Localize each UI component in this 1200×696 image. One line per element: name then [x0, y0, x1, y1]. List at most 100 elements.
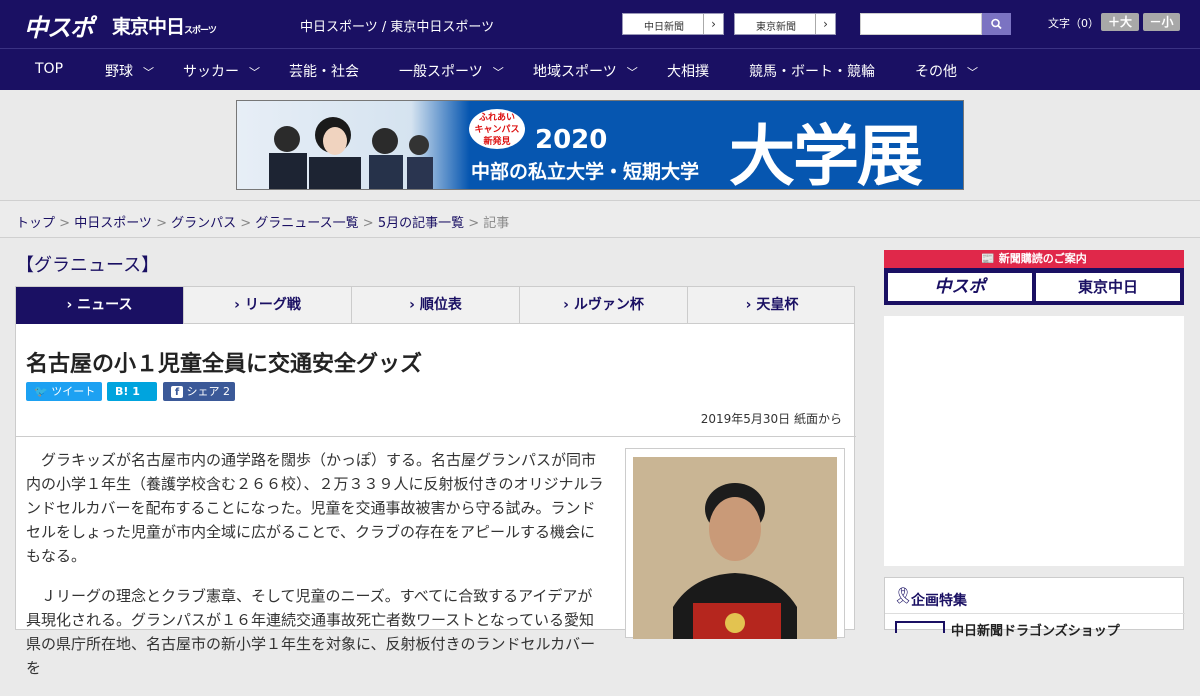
nav-label: 地域スポーツ: [533, 64, 617, 80]
news-tabs: › ニュース › リーグ戦 › 順位表 › ルヴァン杯 › 天皇杯: [15, 286, 855, 324]
feature-thumbnail[interactable]: [895, 621, 945, 633]
divider: [885, 613, 1185, 614]
section-label: 【グラニュース】: [16, 255, 160, 276]
nav-item-sumo[interactable]: 大相撲: [667, 61, 709, 81]
chevron-right-icon: ›: [815, 14, 835, 34]
chevron-right-icon: ›: [234, 297, 245, 313]
tab-emperors-cup[interactable]: › 天皇杯: [688, 287, 856, 324]
player-image: [633, 457, 837, 639]
tokyo-chunichi-logo[interactable]: 東京中日スポーツ: [112, 12, 217, 39]
tab-label: 天皇杯: [756, 297, 799, 313]
nav-item-local-sports[interactable]: 地域スポーツ ﹀: [533, 61, 638, 81]
tab-league[interactable]: › リーグ戦: [184, 287, 352, 324]
breadcrumb-link[interactable]: トップ: [16, 216, 55, 231]
chevron-right-icon: ›: [409, 297, 420, 313]
chuspo-logo[interactable]: 中スポ: [24, 8, 94, 43]
article-body: グラキッズが名古屋市内の通学路を闊歩（かっぽ）する。名古屋グランパスが同市内の小…: [26, 448, 606, 696]
font-size-label: 文字（0）: [1048, 17, 1099, 30]
ext-link-label: 中日新聞: [644, 22, 684, 33]
tweet-button[interactable]: 🐦 ツイート: [26, 382, 102, 401]
chuspo-subscribe-logo[interactable]: 中スポ: [888, 273, 1032, 301]
tab-news[interactable]: › ニュース: [16, 287, 184, 324]
breadcrumb-link[interactable]: 5月の記事一覧: [378, 216, 464, 231]
tab-standings[interactable]: › 順位表: [352, 287, 520, 324]
subscription-ad[interactable]: 📰 新聞購読のご案内 中スポ 東京中日: [884, 250, 1184, 305]
facebook-share-button[interactable]: f シェア 2: [163, 382, 235, 401]
nav-label: 競馬・ボート・競輪: [749, 64, 875, 80]
tokyo-logo-text: 東京中日: [112, 16, 185, 38]
article-photo[interactable]: [625, 448, 845, 639]
facebook-share-label: シェア 2: [186, 385, 231, 398]
tab-label: ニュース: [77, 297, 133, 313]
tweet-label: ツイート: [51, 385, 96, 398]
chevron-right-icon: ›: [745, 297, 757, 313]
nav-label: 一般スポーツ: [399, 64, 483, 80]
article-paragraph: Ｊリーグの理念とクラブ憲章、そして児童のニーズ。すべてに合致するアイデアが具現化…: [26, 587, 596, 677]
banner-subtitle: 中部の私立大学・短期大学: [471, 161, 700, 183]
banner-year: 2020: [535, 125, 608, 155]
search-input[interactable]: [860, 13, 982, 35]
subscribe-title-text: 新聞購読のご案内: [998, 252, 1087, 265]
chevron-right-icon: ›: [66, 297, 78, 313]
chunichi-shimbun-link[interactable]: 中日新聞 ›: [622, 13, 724, 35]
player-photo: [633, 457, 837, 639]
banner-badge: ふれあい キャンパス 新発見: [469, 109, 525, 149]
font-smaller-button[interactable]: －小: [1143, 13, 1180, 31]
search-button[interactable]: [982, 13, 1011, 35]
hatena-icon: B!: [115, 385, 129, 398]
article-dateline: 2019年5月30日 紙面から: [700, 412, 842, 426]
article-title: 名古屋の小１児童全員に交通安全グッズ: [26, 352, 423, 377]
tab-levain-cup[interactable]: › ルヴァン杯: [520, 287, 688, 324]
nav-label: その他: [915, 64, 957, 80]
nav-item-other[interactable]: その他 ﹀: [915, 61, 978, 81]
breadcrumb-bar: トップ > 中日スポーツ > グランパス > グラニュース一覧 > 5月の記事一…: [0, 200, 1200, 238]
chevron-down-icon: ﹀: [626, 66, 638, 79]
nav-item-baseball[interactable]: 野球 ﹀: [105, 61, 154, 81]
students-illustration: [269, 117, 433, 189]
nav-item-top[interactable]: TOP: [35, 61, 63, 77]
font-larger-button[interactable]: ＋大: [1101, 13, 1139, 31]
breadcrumb: トップ > 中日スポーツ > グランパス > グラニュース一覧 > 5月の記事一…: [16, 216, 510, 231]
nav-label: サッカー: [183, 64, 239, 80]
nav-item-racing[interactable]: 競馬・ボート・競輪: [749, 61, 875, 81]
nav-label: 芸能・社会: [289, 64, 359, 80]
nav-item-entertainment[interactable]: 芸能・社会: [289, 61, 359, 81]
breadcrumb-current: 記事: [483, 216, 510, 231]
header-bar: 中スポ 東京中日スポーツ 中日スポーツ / 東京中日スポーツ 中日新聞 › 東京…: [0, 0, 1200, 48]
facebook-icon: f: [171, 386, 183, 398]
chevron-down-icon: ﹀: [967, 66, 978, 79]
ext-link-label: 東京新聞: [756, 22, 796, 33]
chevron-down-icon: ﹀: [143, 66, 154, 79]
tokyo-shimbun-link[interactable]: 東京新聞 ›: [734, 13, 836, 35]
search-icon: [991, 18, 1002, 30]
tokyo-logo-small: スポーツ: [184, 26, 217, 36]
chevron-down-icon: ﹀: [492, 66, 504, 79]
divider: [16, 436, 856, 437]
article: 名古屋の小１児童全員に交通安全グッズ 🐦 ツイート B! 1 f シェア 2 2…: [15, 324, 856, 677]
tab-label: 順位表: [419, 297, 462, 313]
nav-label: 野球: [105, 64, 133, 80]
nav-item-general-sports[interactable]: 一般スポーツ ﹀: [399, 61, 504, 81]
main-nav: TOP 野球 ﹀ サッカー ﹀ 芸能・社会 一般スポーツ ﹀ 地域スポーツ ﹀ 大相撲 …: [0, 48, 1200, 90]
features-panel: 🎗 企画特集 中日新聞ドラゴンズショップ: [884, 577, 1185, 639]
sidebar-ad-slot: [884, 316, 1184, 566]
tab-label: リーグ戦: [244, 297, 301, 313]
newspaper-icon: 📰: [981, 252, 995, 265]
article-paragraph: グラキッズが名古屋市内の通学路を闊歩（かっぽ）する。名古屋グランパスが同市内の小…: [26, 451, 604, 565]
hatena-count: 1: [132, 385, 140, 398]
tab-label: ルヴァン杯: [573, 297, 644, 313]
features-title: 企画特集: [911, 593, 967, 609]
nav-item-soccer[interactable]: サッカー ﹀: [183, 61, 260, 81]
chevron-right-icon: ›: [703, 14, 723, 34]
banner-title: 大学展: [729, 118, 923, 190]
site-links[interactable]: 中日スポーツ / 東京中日スポーツ: [300, 16, 494, 35]
university-fair-banner[interactable]: ふれあい キャンパス 新発見 2020 中部の私立大学・短期大学 大学展: [236, 100, 964, 190]
hatena-bookmark-button[interactable]: B! 1: [107, 382, 157, 401]
nav-label: TOP: [35, 61, 64, 77]
breadcrumb-link[interactable]: 中日スポーツ: [74, 216, 152, 231]
breadcrumb-link[interactable]: グランパス: [171, 216, 236, 231]
chevron-right-icon: ›: [563, 297, 574, 313]
nav-label: 大相撲: [667, 64, 709, 80]
breadcrumb-link[interactable]: グラニュース一覧: [255, 216, 358, 231]
tokyo-chunichi-subscribe-logo[interactable]: 東京中日: [1036, 273, 1180, 301]
